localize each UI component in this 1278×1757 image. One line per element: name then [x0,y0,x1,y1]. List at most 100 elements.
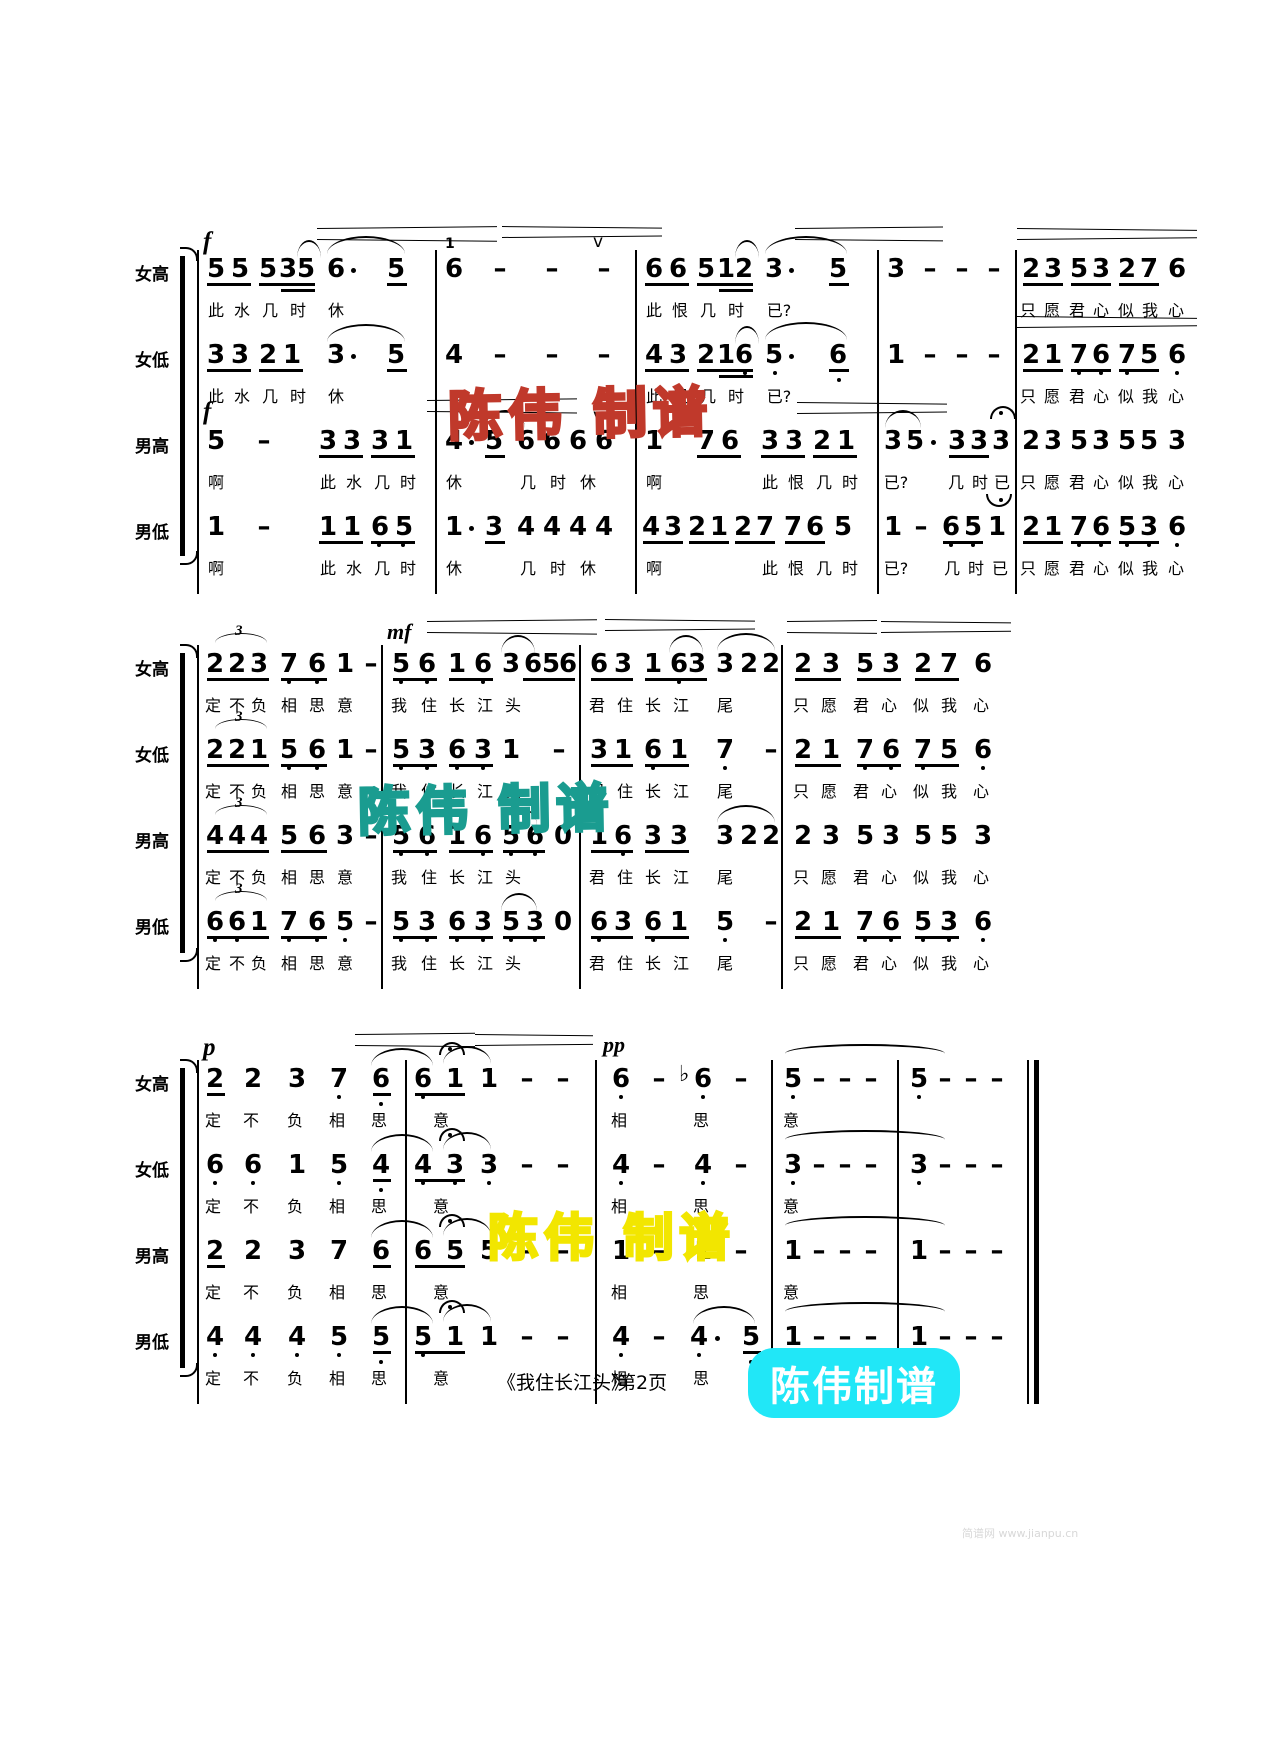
note: 7 [1069,340,1089,370]
note: 4 [594,512,614,542]
lyric: 头 [504,696,521,715]
lyric: 负 [250,868,267,887]
lyric: 相 [610,1283,627,1302]
note: 1 [249,735,269,765]
note: – [990,1150,1004,1180]
note: 6 [371,1064,391,1094]
lyric: 江 [476,696,493,715]
note: 6 [307,907,327,937]
lyric: 长 [644,868,661,887]
lyric: 啊 [645,473,662,492]
note: 1 [613,735,633,765]
note: 6 [1167,512,1187,542]
note: 3 [715,649,735,679]
lyric: 愿 [820,782,837,801]
note: 3 [969,426,989,456]
fermata [990,496,1012,507]
note: – [257,512,271,542]
lyric: 负 [250,954,267,973]
note: 1 [717,254,736,284]
note: 4 [243,1322,263,1352]
diminuendo-hairpin [604,619,755,631]
crescendo-hairpin [786,620,878,634]
lyric: 已? [883,473,909,492]
lyric: 休 [445,473,462,492]
note: – [556,1236,570,1266]
lyric: 长 [448,868,465,887]
note: 1 [836,426,856,456]
note: 6 [828,340,848,370]
watermark-badge: 陈伟制谱 [748,1348,960,1418]
note: – [520,1322,534,1352]
note: – [545,254,559,284]
note: 1 [342,512,362,542]
note: – [914,512,928,542]
note: 5 [783,1064,803,1094]
measure: 6 6 5 1 2 3 5 此 恨 几 时 已? [635,236,879,336]
note: 4 [444,340,464,370]
lyric: 相 [610,1197,627,1216]
lyric: 尾 [716,782,733,801]
note: – [734,1150,748,1180]
note: 5 [230,254,250,284]
note: 3 [589,735,609,765]
measure: 5 3 6 3 1 – 我 住 长 江 头 [381,731,581,817]
note: 2 [258,340,278,370]
note: 3 [318,426,338,456]
note: 6 [644,254,664,284]
note: 5 [394,512,414,542]
lyric: 长 [644,782,661,801]
note: 6 [205,1150,225,1180]
measure: 3 1 6 1 7 – 君 住 长 江 尾 [579,731,783,817]
note: 6 [542,426,562,456]
lyric: 负 [286,1197,303,1216]
note: 3 [484,512,504,542]
lyric: 相 [280,782,297,801]
note: 6 [668,254,688,284]
note: – [734,1236,748,1266]
note: 1 [821,907,841,937]
note: 6 [525,821,545,851]
note: 6 [559,649,578,679]
note: 5 [329,1150,349,1180]
lyric: 只 [792,868,809,887]
note: 2 [761,649,781,679]
note: 5 [1139,426,1159,456]
note: 6 [735,340,754,370]
note: 3 [764,254,784,284]
note: – [987,254,1001,284]
note: – [938,1064,952,1094]
lyric: 愿 [1043,473,1060,492]
note: 2 [1021,512,1041,542]
measure: 1 3 4 4 4 4 休 几 时 休 [435,508,637,594]
voice-row-soprano: 女高 f 5 5 5 3 5 6 5 此 水 几 时 休 1 6 – – – v… [135,226,1197,336]
note: 5 [391,907,411,937]
note: – [556,1064,570,1094]
voice-label-bass: 男低 [135,918,169,938]
note: 5 [501,907,521,937]
lyric: 我 [1141,473,1158,492]
lyric: 我 [940,696,957,715]
note: 1 [669,735,689,765]
staff-bass: 3 6 6 1 7 6 5 – 定 不 负 相 思 意 5 3 6 3 5 3 … [197,881,1015,989]
note: 6 [417,649,437,679]
note: 1 [1043,512,1063,542]
lyric: 不 [242,1283,259,1302]
note: 3 [230,340,250,370]
note: 3 [326,340,346,370]
measure: 2 2 3 7 6 定 不 负 相 思 [197,1220,433,1318]
measure: 1 – 6 5 1 已? 几 时 已 [877,508,1017,594]
measure: 2 1 7 6 7 5 6 只 愿 君 心 似 我 心 [1015,336,1217,422]
lyric: 几 [519,559,536,578]
voice-row-soprano: 女高 3 2 2 3 7 6 1 – 定 不 负 相 思 意 mf 5 6 1 … [135,619,1015,731]
lyric: 尾 [716,696,733,715]
lyric: 啊 [207,559,224,578]
note: 3 [1091,254,1111,284]
lyric: 心 [972,868,989,887]
lyric: 相 [280,696,297,715]
lyric: 我 [1141,387,1158,406]
dynamic-pp: pp [603,1032,625,1057]
lyric: 似 [912,868,929,887]
note: 7 [855,735,875,765]
footer-page-number: 第2页 [617,1372,668,1394]
